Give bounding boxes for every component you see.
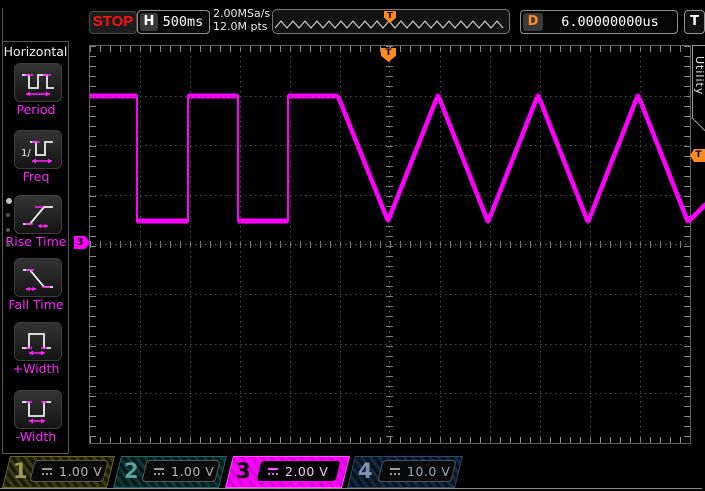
dc-coupling-icon: [390, 467, 402, 476]
gridline-horizontal: [90, 294, 690, 295]
menu-item-freq[interactable]: 1/ Freq: [3, 130, 68, 192]
menu-item-rise-time[interactable]: Rise Time: [3, 195, 68, 257]
tab-utility[interactable]: Utility: [693, 56, 705, 95]
channel1-number: 1: [13, 457, 28, 485]
channel2-status[interactable]: 2 1.00 V: [117, 456, 221, 486]
gridline-vertical: [540, 46, 541, 443]
run-stop-status[interactable]: STOP: [89, 11, 137, 34]
pos-width-icon: [18, 326, 58, 357]
rise-time-label: Rise Time: [0, 234, 75, 249]
dc-coupling-icon: [268, 467, 280, 476]
gridline-vertical: [140, 46, 141, 443]
timebase-value: 500ms: [159, 13, 207, 31]
channel2-scale: 1.00 V: [171, 464, 214, 479]
acquisition-info: 2.00MSa/s 12.0M pts: [213, 7, 270, 33]
trigger-delay-box[interactable]: D 6.00000000us: [520, 10, 678, 34]
svg-text:1/: 1/: [21, 148, 31, 159]
channel3-scale-box: 2.00 V: [255, 460, 341, 482]
gridline-vertical: [590, 46, 591, 443]
gridline-vertical: [290, 46, 291, 443]
sample-rate: 2.00MSa/s: [213, 7, 270, 20]
freq-label: Freq: [0, 169, 75, 184]
channel3-number: 3: [236, 457, 251, 485]
ch3-waveform: [90, 46, 705, 443]
fall-time-button[interactable]: [14, 258, 62, 297]
screen-bottom-line: [0, 488, 702, 489]
channel3-scale: 2.00 V: [285, 464, 328, 479]
gridline-horizontal: [90, 96, 690, 97]
menu-item-period[interactable]: Period: [3, 63, 68, 125]
rise-time-icon: [18, 199, 58, 230]
channel1-scale: 1.00 V: [59, 464, 102, 479]
horizontal-label: H: [140, 13, 158, 31]
gridline-vertical: [340, 46, 341, 443]
fall-time-icon: [18, 262, 58, 293]
menu-page-dot: [6, 228, 10, 232]
pos-width-label: +Width: [0, 361, 75, 376]
dc-coupling-icon: [154, 467, 166, 476]
memory-depth: 12.0M pts: [213, 20, 270, 33]
dc-coupling-icon: [42, 467, 54, 476]
gridline-vertical: [490, 46, 491, 443]
channel2-number: 2: [124, 457, 139, 485]
waveform-preview-bar: T: [272, 9, 510, 34]
neg-width-label: -Width: [0, 429, 75, 444]
period-icon: [18, 67, 58, 98]
neg-width-button[interactable]: [14, 390, 62, 429]
delay-value: 6.00000000us: [545, 13, 675, 31]
delay-label: D: [523, 13, 543, 31]
menu-page-dot: [6, 213, 10, 217]
utility-tab-border-top: [692, 45, 705, 46]
gridline-vertical: [190, 46, 191, 443]
gridline-vertical: [640, 46, 641, 443]
gridline-horizontal: [90, 393, 690, 394]
menu-page-dot: [6, 243, 10, 247]
menu-title: Horizontal: [3, 44, 68, 59]
freq-button[interactable]: 1/: [14, 130, 62, 169]
channel1-scale-box: 1.00 V: [29, 460, 108, 482]
menu-page-dot: [6, 198, 12, 204]
gridline-horizontal: [90, 145, 690, 146]
gridline-horizontal: [90, 344, 690, 345]
horizontal-timebase-box[interactable]: H 500ms: [137, 10, 210, 34]
menu-item-pos-width[interactable]: +Width: [3, 322, 68, 384]
neg-width-icon: [18, 394, 58, 425]
gridline-vertical: [240, 46, 241, 443]
channel4-number: 4: [358, 457, 373, 485]
period-label: Period: [0, 102, 75, 117]
channel4-scale: 10.0 V: [407, 464, 450, 479]
channel1-status[interactable]: 1 1.00 V: [6, 456, 109, 486]
freq-icon: 1/: [18, 134, 58, 165]
channel4-scale-box: 10.0 V: [377, 460, 456, 482]
channel3-status-active[interactable]: 3 2.00 V: [229, 456, 344, 486]
gridline-horizontal: [90, 195, 690, 196]
rise-time-button[interactable]: [14, 195, 62, 234]
menu-item-neg-width[interactable]: -Width: [3, 390, 68, 452]
gridline-vertical: [440, 46, 441, 443]
channel4-status[interactable]: 4 10.0 V: [351, 456, 457, 486]
horizontal-measure-menu: Horizontal Period 1/ Freq: [2, 41, 69, 454]
graticule: T: [89, 45, 691, 444]
screen-bezel-line: [2, 8, 3, 41]
menu-item-fall-time[interactable]: Fall Time: [3, 258, 68, 320]
period-button[interactable]: [14, 63, 62, 102]
pos-width-button[interactable]: [14, 322, 62, 361]
channel3-ground-marker[interactable]: 3: [74, 236, 90, 249]
trigger-status-box[interactable]: T: [684, 10, 705, 34]
fall-time-label: Fall Time: [0, 297, 75, 312]
channel2-scale-box: 1.00 V: [141, 460, 220, 482]
